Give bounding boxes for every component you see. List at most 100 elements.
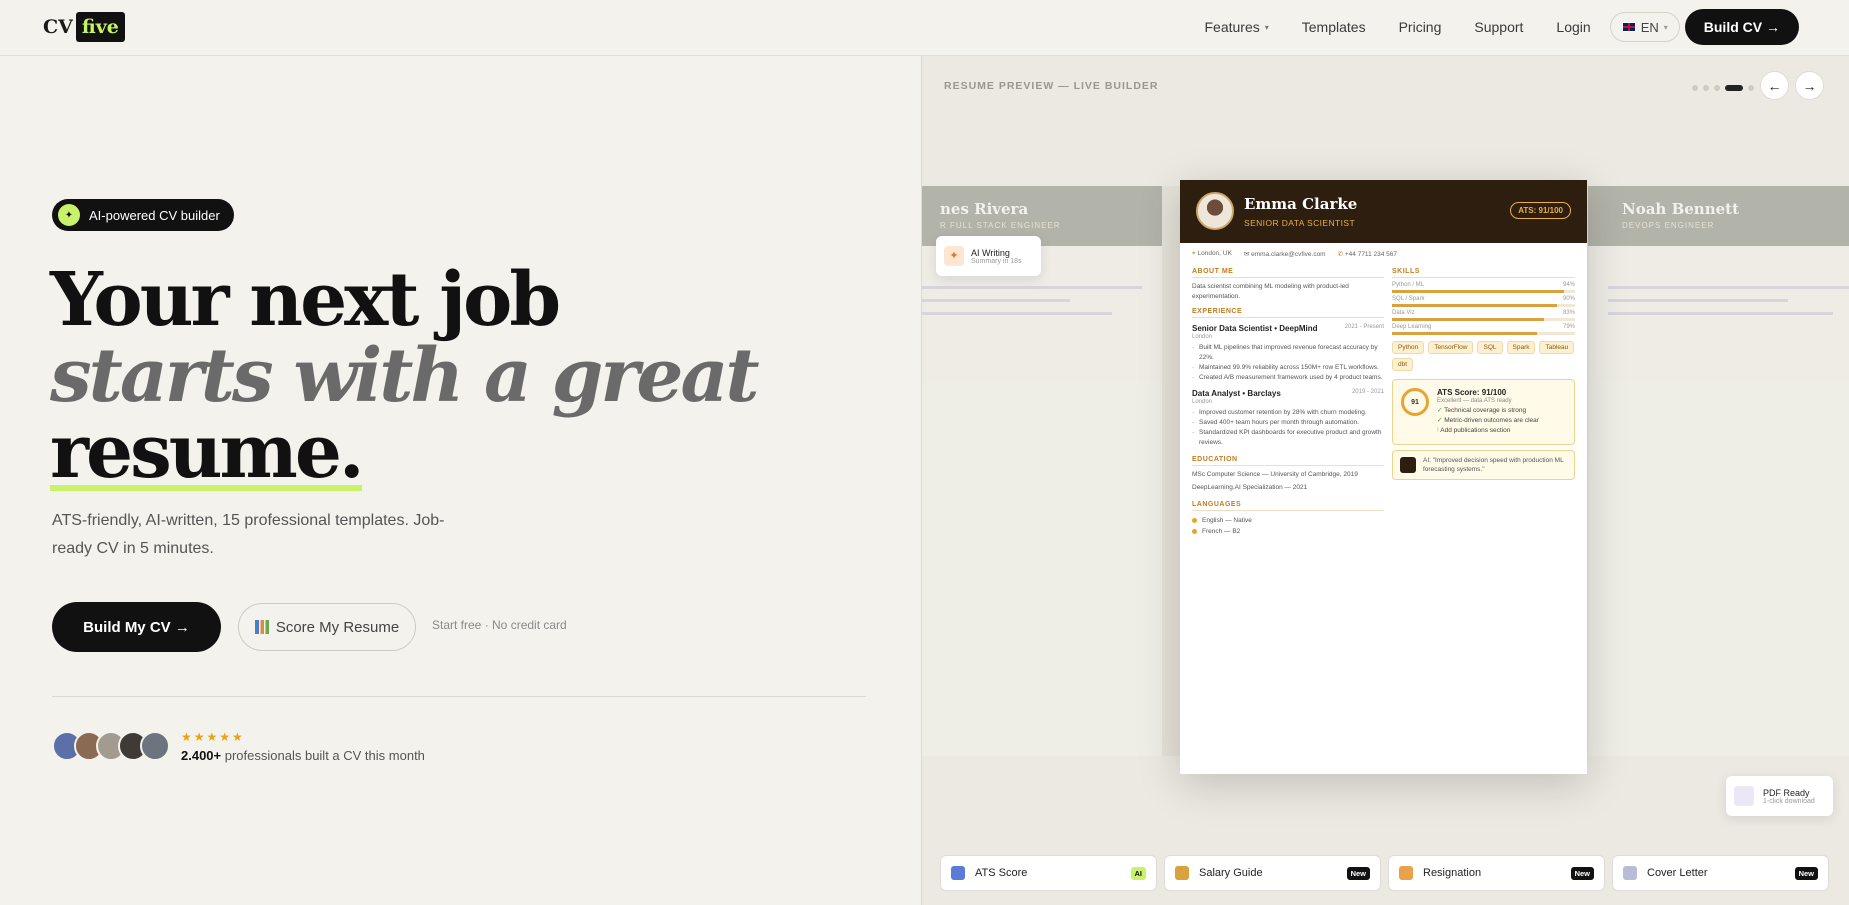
- nav-templates[interactable]: Templates: [1302, 19, 1366, 35]
- score-my-resume-button[interactable]: Score My Resume: [238, 603, 416, 651]
- hero-title-line3: resume.: [50, 409, 365, 495]
- chart-icon: [254, 620, 269, 634]
- phone-text: ✆ +44 7711 234 567: [1338, 250, 1397, 258]
- resume-contact: ⌖ London, UK ✉ emma.clarke@cvfive.com ✆ …: [1192, 250, 1397, 258]
- job-bullet: Maintained 99.9% reliability across 150M…: [1192, 363, 1384, 373]
- skill-tag: SQL: [1477, 341, 1503, 354]
- carousel-dot[interactable]: [1714, 85, 1720, 91]
- language-item: English — Native: [1192, 515, 1384, 526]
- tool-label: ATS Score: [975, 867, 1028, 879]
- profile-photo: [1196, 192, 1234, 230]
- ats-subtitle: Excellent — data ATS ready: [1437, 398, 1512, 404]
- arrow-right-icon[interactable]: →: [1795, 71, 1824, 100]
- ai-writing-text: AI Writing Summary in 18s: [971, 248, 1022, 265]
- logo[interactable]: CV five: [43, 12, 125, 42]
- skill-name: Deep Learning: [1392, 324, 1432, 330]
- carousel-dot[interactable]: [1748, 85, 1754, 91]
- nav-login[interactable]: Login: [1556, 19, 1590, 35]
- ats-check-item: ! Add publications section: [1437, 426, 1539, 436]
- carousel-dots: [1692, 85, 1759, 91]
- ai-badge-label: AI-powered CV builder: [89, 207, 220, 223]
- writing-hand-icon: [1399, 866, 1413, 880]
- ai-suggestion-box: AI: "Improved decision speed with produc…: [1392, 450, 1575, 480]
- tool-label: Cover Letter: [1647, 867, 1708, 879]
- build-cv-button[interactable]: Build CV →: [1684, 9, 1799, 45]
- skill-percent: 83%: [1562, 310, 1575, 316]
- skill-name: Data Viz: [1392, 310, 1415, 316]
- pdf-ready-sub: 1-click download: [1763, 797, 1815, 805]
- ats-score-ring: 91: [1401, 388, 1429, 416]
- job-title: Senior Data Scientist • DeepMind 2021 - P…: [1192, 324, 1384, 333]
- placeholder-line: [1608, 299, 1788, 302]
- side-resume-right[interactable]: Noah Bennett DEVOPS ENGINEER: [1588, 186, 1849, 756]
- tool-resignation[interactable]: Resignation New: [1388, 855, 1605, 891]
- job-title: Data Analyst • Barclays 2019 - 2021: [1192, 389, 1384, 398]
- nav-support[interactable]: Support: [1474, 19, 1523, 35]
- location-text: ⌖ London, UK: [1192, 250, 1232, 258]
- tool-badge: New: [1570, 866, 1594, 880]
- tool-badge: AI: [1130, 866, 1146, 880]
- skill-bar: [1392, 318, 1575, 321]
- skill-tag: TensorFlow: [1428, 341, 1474, 354]
- resume-card[interactable]: Emma Clarke SENIOR DATA SCIENTIST ATS: 9…: [1180, 180, 1587, 774]
- sparkle-icon: ✦: [58, 204, 80, 226]
- skill-bar-fill: [1392, 304, 1557, 307]
- ats-title: ATS Score: 91/100: [1437, 388, 1507, 397]
- tool-salary-guide[interactable]: Salary Guide New: [1164, 855, 1381, 891]
- arrow-left-icon[interactable]: ←: [1760, 71, 1789, 100]
- hero-title-line2: starts with a great: [50, 333, 760, 419]
- carousel-dot[interactable]: [1703, 85, 1709, 91]
- chart-icon: [951, 866, 965, 880]
- language-item-text: French — B2: [1202, 528, 1241, 535]
- hero-subtitle: ATS-friendly, AI-written, 15 professiona…: [52, 512, 445, 557]
- nav-features[interactable]: Features ▾: [1205, 19, 1269, 35]
- ats-check-item: ✓ Technical coverage is strong: [1437, 406, 1539, 416]
- skill-name: Python / ML: [1392, 282, 1425, 288]
- phone-icon: ✆: [1337, 251, 1344, 258]
- phone-value: +44 7711 234 567: [1344, 251, 1397, 258]
- job-dates: 2019 - 2021: [1351, 389, 1384, 395]
- resume-preview-panel: RESUME PREVIEW — LIVE BUILDER ← → nes Ri…: [921, 56, 1849, 905]
- tool-label: Resignation: [1423, 867, 1482, 879]
- skill-tag: Spark: [1506, 341, 1536, 354]
- skill-bar: [1392, 304, 1575, 307]
- skill-percent: 79%: [1562, 324, 1575, 330]
- hero-title: Your next job starts with a great resume…: [50, 262, 760, 495]
- location-value: London, UK: [1197, 250, 1232, 257]
- avatar-group: [52, 731, 170, 761]
- section-heading: ABOUT ME: [1192, 268, 1384, 278]
- carousel-dot-active[interactable]: [1725, 85, 1743, 91]
- skills-list: Python / ML 94% SQL / Spark 90% Data Viz 83% D…: [1392, 282, 1575, 335]
- preview-title: RESUME PREVIEW — LIVE BUILDER: [944, 80, 1159, 92]
- job-title-text: Senior Data Scientist • DeepMind: [1192, 324, 1318, 333]
- pdf-ready-title: PDF Ready: [1763, 787, 1810, 798]
- nav-pricing[interactable]: Pricing: [1399, 19, 1442, 35]
- language-selector[interactable]: EN ▾: [1609, 12, 1680, 42]
- job-location: London: [1192, 399, 1213, 405]
- resume-role: SENIOR DATA SCIENTIST: [1244, 218, 1356, 228]
- resume-name: Emma Clarke: [1244, 195, 1358, 213]
- skill-row: Data Viz 83%: [1392, 310, 1575, 316]
- skill-row: SQL / Spark 90%: [1392, 296, 1575, 302]
- tool-cover-letter[interactable]: Cover Letter New: [1612, 855, 1829, 891]
- chevron-down-icon: ▾: [1264, 22, 1269, 32]
- money-bag-icon: [1175, 866, 1189, 880]
- carousel-dot[interactable]: [1692, 85, 1698, 91]
- pin-icon: ⌖: [1192, 250, 1196, 257]
- build-my-cv-button[interactable]: Build My CV →: [52, 602, 221, 652]
- divider: [52, 696, 866, 697]
- envelope-icon: [1623, 866, 1637, 880]
- job-dates: 2021 - Present: [1344, 324, 1384, 330]
- score-my-resume-label: Score My Resume: [275, 618, 400, 636]
- about-text: Data scientist combining ML modeling wit…: [1192, 283, 1349, 300]
- placeholder-line: [1608, 312, 1833, 315]
- job-bullet: Improved customer retention by 28% with …: [1192, 408, 1384, 418]
- ats-score-box: 91 ATS Score: 91/100 Excellent — data AT…: [1392, 379, 1575, 445]
- placeholder-line: [922, 299, 1070, 302]
- language-item: French — B2: [1192, 526, 1384, 537]
- education-item: MSc Computer Science — University of Cam…: [1192, 471, 1358, 478]
- email-text: ✉ emma.clarke@cvfive.com: [1244, 250, 1326, 258]
- tool-ats-score[interactable]: ATS Score AI: [940, 855, 1157, 891]
- fire-icon: ✦: [944, 246, 964, 266]
- skill-tag: Tableau: [1539, 341, 1575, 354]
